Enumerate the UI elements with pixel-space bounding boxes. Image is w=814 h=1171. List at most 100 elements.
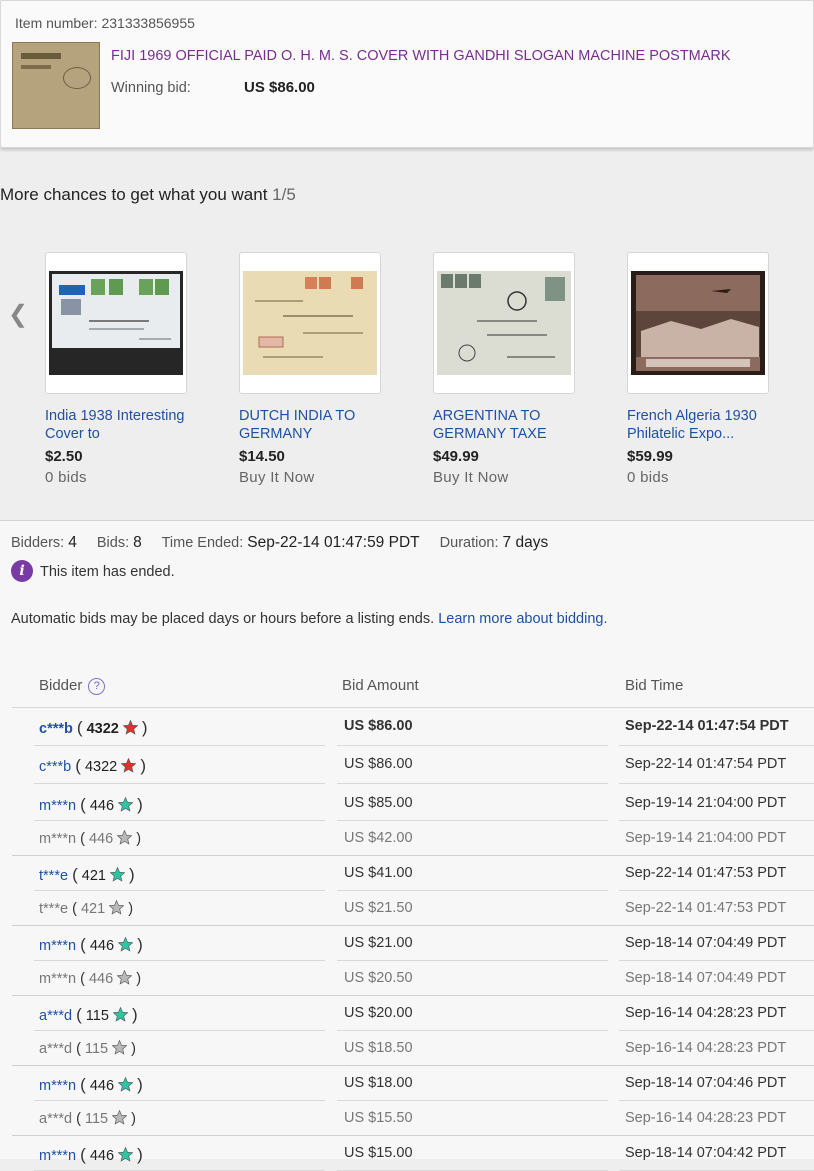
bid-amount-cell: US $15.00 bbox=[344, 1145, 413, 1161]
automatic-bids-note: Automatic bids may be placed days or hou… bbox=[11, 611, 607, 627]
bidder-name-link[interactable]: m***n bbox=[39, 831, 76, 847]
item-number-value: 231333856955 bbox=[101, 15, 195, 31]
bidder-cell: m***n ( 446 ) bbox=[39, 830, 141, 847]
feedback-score-link[interactable]: 446 bbox=[90, 938, 114, 954]
feedback-close-paren: ) bbox=[128, 901, 134, 917]
bidders-label: Bidders: bbox=[11, 535, 65, 551]
duration-value: 7 days bbox=[502, 534, 549, 551]
bidder-cell: m***n ( 446 ) bbox=[39, 970, 141, 987]
cover-image bbox=[49, 271, 183, 375]
more-chances-heading: More chances to get what you want 1/5 bbox=[0, 185, 296, 205]
bidder-name-link[interactable]: t***e bbox=[39, 901, 68, 917]
carousel-card[interactable]: India 1938 Interesting Cover to $2.50 0 … bbox=[45, 252, 205, 486]
bidder-name-link[interactable]: m***n bbox=[39, 1078, 76, 1094]
feedback-score-link[interactable]: 4322 bbox=[85, 759, 117, 775]
carousel-card[interactable]: French Algeria 1930 Philatelic Expo... $… bbox=[627, 252, 787, 486]
cover-image bbox=[631, 271, 765, 375]
feedback-star-icon bbox=[109, 900, 125, 915]
feedback-star-icon bbox=[118, 937, 134, 952]
bidder-cell: m***n ( 446 ) bbox=[39, 1075, 143, 1095]
bid-amount-column-header: Bid Amount bbox=[342, 677, 419, 694]
row-divider bbox=[337, 783, 608, 784]
bids-label: Bids: bbox=[96, 535, 130, 551]
bidder-cell: m***n ( 446 ) bbox=[39, 795, 143, 815]
item-thumbnail[interactable] bbox=[12, 42, 100, 129]
card-image[interactable] bbox=[433, 252, 575, 394]
chevron-left-icon[interactable]: ❮ bbox=[8, 300, 28, 329]
card-title-link[interactable]: French Algeria 1930 Philatelic Expo... bbox=[627, 407, 777, 443]
bidder-name-link[interactable]: a***d bbox=[39, 1008, 72, 1024]
feedback-score-link[interactable]: 446 bbox=[90, 1078, 114, 1094]
card-title-link[interactable]: DUTCH INDIA TO GERMANY bbox=[239, 407, 389, 443]
card-image[interactable] bbox=[627, 252, 769, 394]
card-image[interactable] bbox=[45, 252, 187, 394]
help-icon[interactable]: ? bbox=[88, 678, 106, 695]
bid-amount-cell: US $20.50 bbox=[344, 970, 413, 986]
feedback-close-paren: ) bbox=[131, 1041, 136, 1057]
card-title-link[interactable]: ARGENTINA TO GERMANY TAXE bbox=[433, 407, 583, 443]
feedback-score-link[interactable]: 446 bbox=[90, 1148, 114, 1164]
feedback-score-link[interactable]: 115 bbox=[85, 1111, 108, 1127]
feedback-open-paren: ( bbox=[76, 718, 83, 737]
table-row: m***n ( 446 ) US $15.00 Sep-18-14 07:04:42… bbox=[12, 1136, 814, 1171]
carousel-card[interactable]: ARGENTINA TO GERMANY TAXE $49.99 Buy It … bbox=[433, 252, 593, 486]
time-ended-value: Sep-22-14 01:47:59 PDT bbox=[247, 534, 420, 551]
feedback-close-paren: ) bbox=[141, 718, 148, 737]
bidder-cell: t***e ( 421 ) bbox=[39, 865, 135, 885]
bidder-name-link[interactable]: m***n bbox=[39, 938, 76, 954]
feedback-close-paren: ) bbox=[136, 831, 142, 847]
feedback-star-icon bbox=[122, 720, 138, 735]
winning-bid-value: US $86.00 bbox=[244, 79, 315, 96]
card-title-link[interactable]: India 1938 Interesting Cover to bbox=[45, 407, 195, 443]
bidder-cell: m***n ( 446 ) bbox=[39, 1145, 143, 1165]
feedback-close-paren: ) bbox=[131, 1111, 136, 1127]
table-row: c***b ( 4322 ) US $86.00 Sep-22-14 01:47:5… bbox=[12, 745, 814, 784]
feedback-score-link[interactable]: 4322 bbox=[87, 721, 119, 737]
feedback-open-paren: ( bbox=[76, 1111, 81, 1127]
bidder-name-link[interactable]: c***b bbox=[39, 759, 71, 775]
bid-amount-cell: US $20.00 bbox=[344, 1005, 413, 1021]
item-summary-card: Item number: 231333856955 FIJI 1969 OFFIC… bbox=[0, 0, 814, 148]
card-price: $59.99 bbox=[627, 448, 673, 465]
bid-amount-cell: US $86.00 bbox=[344, 718, 413, 734]
item-title-link[interactable]: FIJI 1969 OFFICIAL PAID O. H. M. S. COVE… bbox=[111, 48, 731, 64]
carousel-card[interactable]: DUTCH INDIA TO GERMANY $14.50 Buy It Now bbox=[239, 252, 399, 486]
bidder-name-link[interactable]: m***n bbox=[39, 1148, 76, 1164]
feedback-score-link[interactable]: 115 bbox=[85, 1041, 108, 1057]
learn-more-link[interactable]: Learn more about bidding. bbox=[438, 611, 607, 627]
bid-amount-cell: US $42.00 bbox=[344, 830, 413, 846]
feedback-score-link[interactable]: 446 bbox=[89, 971, 113, 987]
card-image[interactable] bbox=[239, 252, 381, 394]
bidder-name-link[interactable]: a***d bbox=[39, 1041, 72, 1057]
cover-image bbox=[243, 271, 377, 375]
feedback-open-paren: ( bbox=[72, 865, 78, 884]
feedback-star-icon bbox=[117, 830, 133, 845]
feedback-star-icon bbox=[117, 970, 133, 985]
feedback-score-link[interactable]: 115 bbox=[86, 1008, 109, 1024]
bidder-name-link[interactable]: c***b bbox=[39, 721, 73, 737]
feedback-score-link[interactable]: 421 bbox=[82, 868, 106, 884]
feedback-score-link[interactable]: 446 bbox=[89, 831, 113, 847]
card-bids: 0 bids bbox=[627, 469, 669, 486]
feedback-score-link[interactable]: 421 bbox=[81, 901, 105, 917]
feedback-open-paren: ( bbox=[75, 756, 81, 775]
feedback-open-paren: ( bbox=[72, 901, 77, 917]
bid-time-cell: Sep-22-14 01:47:54 PDT bbox=[625, 718, 789, 734]
bidder-name-link[interactable]: m***n bbox=[39, 798, 76, 814]
carousel-page-count: 1/5 bbox=[272, 185, 296, 204]
feedback-open-paren: ( bbox=[80, 1145, 86, 1164]
table-row: a***d ( 115 ) US $15.50 Sep-16-14 04:28:23… bbox=[12, 1101, 814, 1136]
feedback-score-link[interactable]: 446 bbox=[90, 798, 114, 814]
bid-time-cell: Sep-16-14 04:28:23 PDT bbox=[625, 1005, 787, 1021]
bidder-cell: t***e ( 421 ) bbox=[39, 900, 133, 917]
bidder-name-link[interactable]: t***e bbox=[39, 868, 68, 884]
bidder-name-link[interactable]: a***d bbox=[39, 1111, 72, 1127]
bidder-column-header: Bidder? bbox=[39, 677, 106, 695]
feedback-close-paren: ) bbox=[140, 756, 146, 775]
bidder-name-link[interactable]: m***n bbox=[39, 971, 76, 987]
bid-amount-cell: US $15.50 bbox=[344, 1110, 413, 1126]
feedback-star-icon bbox=[110, 867, 125, 882]
bid-amount-cell: US $86.00 bbox=[344, 756, 413, 772]
table-row: m***n ( 446 ) US $18.00 Sep-18-14 07:04:46… bbox=[12, 1066, 814, 1101]
feedback-star-icon bbox=[121, 758, 137, 773]
